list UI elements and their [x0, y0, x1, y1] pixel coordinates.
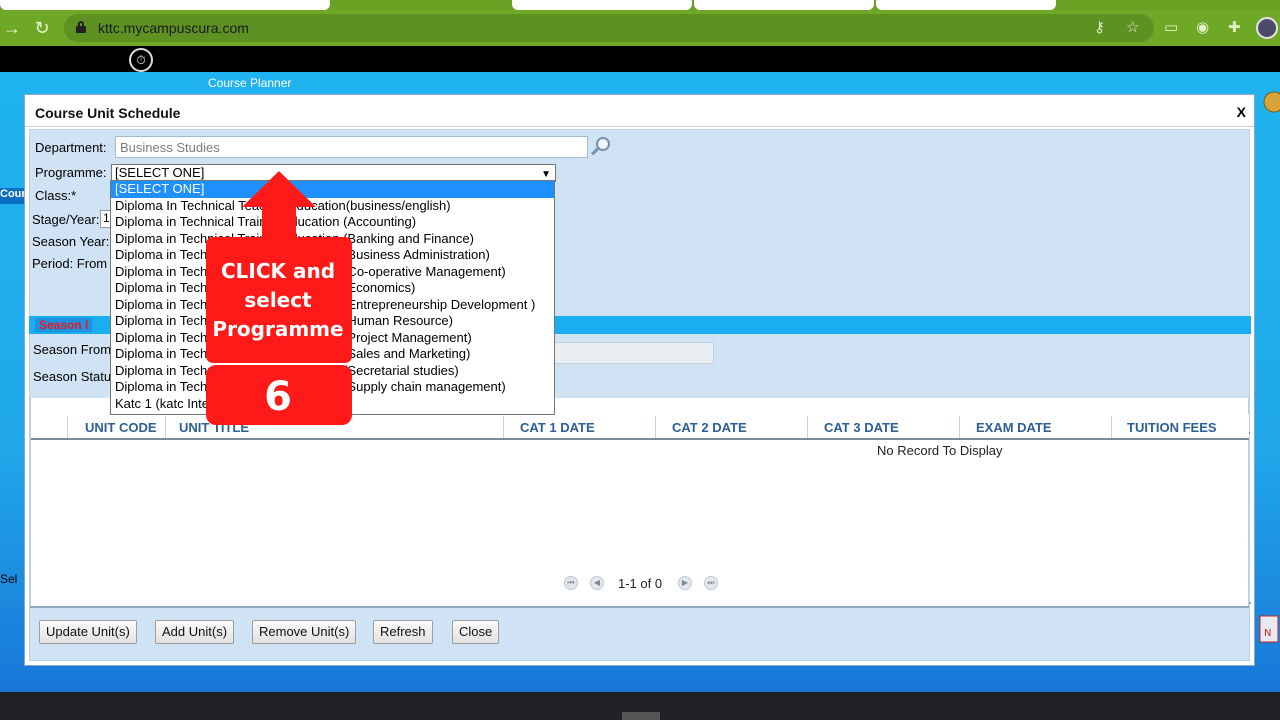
tab-season-1[interactable]: Season I [35, 318, 93, 332]
profile-avatar[interactable] [1256, 17, 1278, 39]
department-field[interactable] [115, 136, 588, 158]
browser-toolbar: → ↻ kttc.mycampuscura.com ⚷ ☆ ▭ ◉ ✚ [0, 10, 1280, 46]
class-label: Class:* [35, 188, 77, 203]
season-to-field[interactable] [528, 342, 714, 364]
dialog-header: Course Unit Schedule X [25, 95, 1254, 127]
refresh-button[interactable]: Refresh [373, 620, 433, 644]
annotation-line-2: select [244, 288, 312, 312]
camera-icon[interactable]: ◉ [1196, 18, 1209, 36]
grid-pager: ⏮ ◀ 1-1 of 0 ▶ ⏭ [560, 574, 760, 594]
clock-icon[interactable]: ⏱ [129, 48, 153, 72]
next-page-icon[interactable]: ▶ [678, 576, 692, 590]
reload-icon[interactable]: ↻ [32, 18, 52, 38]
period-from-label: Period: From [32, 256, 108, 271]
update-units-button[interactable]: Update Unit(s) [39, 620, 137, 644]
page-left-select-text: Sel [0, 572, 18, 586]
annotation-line-1: CLICK and [220, 259, 336, 283]
season-year-label: Season Year: [32, 234, 110, 249]
first-page-icon[interactable]: ⏮ [564, 576, 578, 590]
close-button[interactable]: Close [452, 620, 500, 644]
cast-icon[interactable]: ▭ [1164, 18, 1178, 36]
page-left-label: Cour [0, 188, 26, 204]
browser-tab[interactable] [512, 0, 692, 10]
column-cat3-date[interactable]: CAT 3 DATE [824, 420, 899, 435]
page-title: Course Planner [208, 76, 292, 90]
svg-text:N: N [1264, 628, 1271, 639]
browser-tabstrip [0, 0, 1280, 10]
forward-icon[interactable]: → [2, 18, 22, 38]
grid-empty-message: No Record To Display [877, 443, 1003, 458]
search-icon[interactable] [590, 136, 612, 158]
extensions-icon[interactable]: ✚ [1228, 18, 1241, 36]
column-exam-date[interactable]: EXAM DATE [976, 420, 1052, 435]
address-bar[interactable]: kttc.mycampuscura.com [64, 14, 1154, 42]
app-topbar [0, 46, 1280, 72]
column-unit-code[interactable]: UNIT CODE [85, 420, 157, 435]
scrollbar-thumb[interactable] [622, 712, 660, 720]
grid-footer-line [30, 606, 1249, 608]
last-page-icon[interactable]: ⏭ [704, 576, 718, 590]
department-label: Department: [35, 140, 107, 155]
column-cat1-date[interactable]: CAT 1 DATE [520, 420, 595, 435]
key-icon[interactable]: ⚷ [1094, 18, 1105, 36]
remove-units-button[interactable]: Remove Unit(s) [252, 620, 357, 644]
annotation-line-3: Programme [212, 317, 344, 341]
taskbar [0, 692, 1280, 720]
programme-selected-value: [SELECT ONE] [115, 165, 205, 180]
annotation-step-number: 6 [264, 374, 292, 420]
pager-text: 1-1 of 0 [618, 576, 663, 591]
decorative-cube-icon: N [1256, 610, 1280, 650]
season-status-label: Season Status [33, 369, 118, 384]
dialog-close-button[interactable]: X [1237, 104, 1246, 120]
browser-tab[interactable] [0, 0, 330, 10]
programme-label: Programme: [35, 165, 107, 180]
star-icon[interactable]: ☆ [1126, 18, 1139, 36]
browser-tab[interactable] [876, 0, 1056, 10]
annotation-callout: CLICK and select Programme 6 [206, 171, 352, 425]
annotation-text: CLICK and select Programme [206, 257, 350, 344]
stage-year-label: Stage/Year: [32, 212, 100, 227]
prev-page-icon[interactable]: ◀ [590, 576, 604, 590]
url-text: kttc.mycampuscura.com [98, 20, 249, 36]
add-units-button[interactable]: Add Unit(s) [155, 620, 235, 644]
column-tuition-fees[interactable]: TUITION FEES [1127, 420, 1217, 435]
season-from-label: Season From [33, 342, 112, 357]
dialog-title: Course Unit Schedule [35, 105, 181, 121]
lock-icon [76, 21, 86, 33]
decorative-logo [1258, 80, 1280, 124]
browser-tab[interactable] [694, 0, 874, 10]
column-cat2-date[interactable]: CAT 2 DATE [672, 420, 747, 435]
